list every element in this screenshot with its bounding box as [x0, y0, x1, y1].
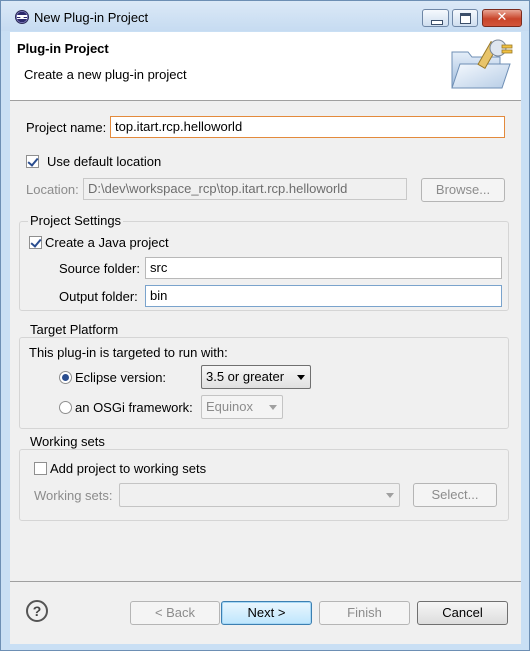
eclipse-version-select[interactable]: 3.5 or greater	[201, 365, 311, 389]
source-folder-input[interactable]: src	[145, 257, 502, 279]
select-working-sets-button[interactable]: Select...	[413, 483, 497, 507]
osgi-framework-select[interactable]: Equinox	[201, 395, 283, 419]
target-platform-title: Target Platform	[28, 322, 121, 337]
next-button[interactable]: Next >	[221, 601, 312, 625]
project-name-label: Project name:	[26, 120, 107, 135]
create-java-project-label[interactable]: Create a Java project	[45, 235, 169, 250]
back-button[interactable]: < Back	[130, 601, 220, 625]
osgi-framework-label[interactable]: an OSGi framework:	[75, 400, 193, 415]
add-to-working-sets-label[interactable]: Add project to working sets	[50, 461, 206, 476]
source-folder-label: Source folder:	[59, 261, 140, 276]
banner-title: Plug-in Project	[17, 41, 109, 56]
output-folder-input[interactable]: bin	[145, 285, 502, 307]
plugin-folder-icon	[451, 39, 513, 89]
eclipse-version-label[interactable]: Eclipse version:	[75, 370, 166, 385]
target-platform-description: This plug-in is targeted to run with:	[29, 345, 228, 360]
dialog-window: New Plug-in Project ✕ Plug-in Project Cr…	[0, 0, 530, 651]
location-label: Location:	[26, 182, 79, 197]
browse-button[interactable]: Browse...	[421, 178, 505, 202]
working-sets-label: Working sets:	[34, 488, 113, 503]
eclipse-icon	[15, 10, 29, 24]
banner-description: Create a new plug-in project	[24, 67, 187, 82]
close-icon: ✕	[496, 10, 508, 25]
eclipse-version-radio[interactable]	[59, 371, 72, 384]
chevron-down-icon	[269, 405, 277, 410]
help-icon[interactable]: ?	[26, 600, 48, 622]
eclipse-version-value: 3.5 or greater	[206, 369, 285, 384]
wizard-footer: ? < Back Next > Finish Cancel	[10, 582, 521, 644]
osgi-framework-value: Equinox	[206, 399, 253, 414]
use-default-location-label[interactable]: Use default location	[47, 154, 161, 169]
finish-button[interactable]: Finish	[319, 601, 410, 625]
maximize-button[interactable]	[452, 9, 478, 27]
working-sets-title: Working sets	[28, 434, 107, 449]
chevron-down-icon	[297, 375, 305, 380]
add-to-working-sets-checkbox[interactable]	[34, 462, 47, 475]
minimize-button[interactable]	[422, 9, 449, 27]
create-java-project-checkbox[interactable]	[29, 236, 42, 249]
project-settings-title: Project Settings	[28, 213, 124, 228]
working-sets-select[interactable]	[119, 483, 400, 507]
wizard-banner: Plug-in Project Create a new plug-in pro…	[10, 32, 521, 101]
use-default-location-checkbox[interactable]	[26, 155, 39, 168]
cancel-button[interactable]: Cancel	[417, 601, 508, 625]
window-title: New Plug-in Project	[34, 10, 149, 25]
title-bar[interactable]: New Plug-in Project ✕	[1, 1, 529, 31]
output-folder-label: Output folder:	[59, 289, 138, 304]
project-name-input[interactable]: top.itart.rcp.helloworld	[110, 116, 505, 138]
osgi-framework-radio[interactable]	[59, 401, 72, 414]
close-button[interactable]: ✕	[482, 9, 522, 27]
location-input[interactable]: D:\dev\workspace_rcp\top.itart.rcp.hello…	[83, 178, 407, 200]
chevron-down-icon	[386, 493, 394, 498]
wizard-content: Project name: top.itart.rcp.helloworld U…	[10, 101, 521, 581]
